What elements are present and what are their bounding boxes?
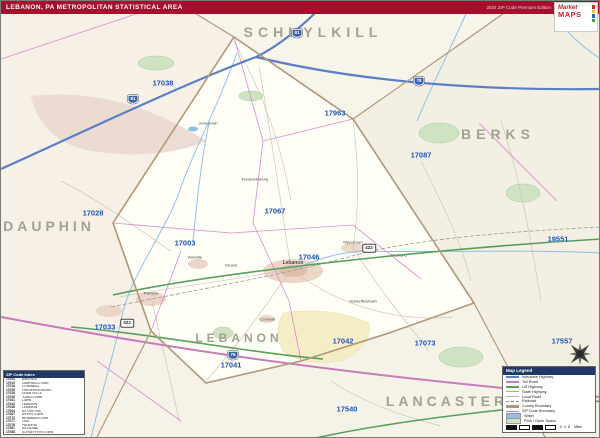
highway-shield: 322 xyxy=(120,318,134,328)
legend-label: Interstate Highway xyxy=(522,375,554,380)
town-label: Annville xyxy=(187,254,203,260)
zip-code-label: 17028 xyxy=(82,208,104,218)
town-label: Schaefferstown xyxy=(349,298,377,304)
zip-code-label: 17087 xyxy=(410,150,432,160)
legend-swatch xyxy=(506,417,521,425)
legend-swatch xyxy=(506,386,519,388)
legend-swatch xyxy=(506,405,519,408)
legend-label: Toll Road xyxy=(522,379,538,384)
legend-label: State Highway xyxy=(522,389,547,394)
page-title: LEBANON, PA METROPOLITAN STATISTICAL ARE… xyxy=(6,4,183,11)
town-label: Jonestown xyxy=(198,120,218,126)
map-legend: Map Legend Interstate Highway Toll Road … xyxy=(502,365,596,433)
logo-color-swatches xyxy=(591,5,595,29)
town-label: Richland xyxy=(391,252,407,258)
legend-title: Map Legend xyxy=(503,366,595,375)
zip-code-label: 17033 xyxy=(94,322,116,332)
wall-map-page: LEBANON, PA METROPOLITAN STATISTICAL ARE… xyxy=(0,0,600,438)
legend-swatch xyxy=(506,390,519,393)
zip-code-label: 19551 xyxy=(547,234,569,244)
zip-code-label: 17067 xyxy=(264,206,286,216)
scale-tick: 0 xyxy=(560,425,562,430)
zip-code-label: 17073 xyxy=(414,338,436,348)
legend-label: Railroad xyxy=(522,399,537,404)
zip-code-index: ZIP Code Index 17003 ANNVILLE 17010 CAMP… xyxy=(3,370,85,435)
highway-shield: 81 xyxy=(127,94,139,104)
legend-swatch xyxy=(506,395,519,398)
scale-tick: 4 xyxy=(563,425,566,430)
county-label: DAUPHIN xyxy=(3,218,95,234)
legend-swatch xyxy=(506,410,519,413)
town-label: Lebanon xyxy=(282,260,304,266)
scale-unit: Miles xyxy=(573,425,583,430)
title-bar: LEBANON, PA METROPOLITAN STATISTICAL ARE… xyxy=(1,1,599,14)
highway-shield: 76 xyxy=(227,350,239,360)
zip-code-label: 17963 xyxy=(324,108,346,118)
legend-label: County Boundary xyxy=(522,404,552,409)
legend-label: US Highway xyxy=(522,384,543,389)
legend-label: ZIP Code Boundary xyxy=(522,409,556,414)
compass-rose-icon xyxy=(569,343,591,365)
scale-bar: 048 Miles xyxy=(503,424,595,433)
zip-code-label: 17003 xyxy=(174,238,196,248)
town-label: Fredericksburg xyxy=(241,176,269,182)
county-label: SCHUYLKILL xyxy=(243,24,383,40)
zip-index-row: 17088 SCHAEFFERSTOWN xyxy=(4,429,84,435)
zip-code-label: 17540 xyxy=(336,404,358,414)
scale-segment xyxy=(545,425,556,430)
town-label: Myerstown xyxy=(343,239,363,245)
scale-segment xyxy=(532,425,543,430)
scale-segment xyxy=(519,425,530,430)
legend-label: Local Road xyxy=(522,394,542,399)
zip-code-label: 17042 xyxy=(332,336,354,346)
legend-swatch xyxy=(506,381,519,383)
legend-label: Park / Open Space xyxy=(524,419,557,424)
county-label: LANCASTER xyxy=(385,393,509,409)
logo-word-2: MAPS xyxy=(558,10,582,19)
legend-label: Water xyxy=(524,414,534,419)
county-label: BERKS xyxy=(460,126,536,142)
publisher-logo: Market MAPS xyxy=(554,2,598,32)
town-label: Cornwall xyxy=(259,316,275,322)
town-label: Palmyra xyxy=(143,290,159,296)
highway-shield: 78 xyxy=(413,76,425,86)
zip-index-title: ZIP Code Index xyxy=(4,371,84,378)
edition-label: 2024 ZIP Code Premium Edition xyxy=(486,5,551,10)
highway-shield: 422 xyxy=(362,243,376,253)
county-label: LEBANON xyxy=(195,331,283,345)
town-label: Cleona xyxy=(224,262,238,268)
legend-swatch xyxy=(506,376,519,378)
zip-index-name: SCHAEFFERSTOWN xyxy=(22,430,54,434)
scale-tick: 8 xyxy=(567,425,570,430)
zip-index-code: 17088 xyxy=(6,429,15,434)
scale-segment xyxy=(506,425,517,430)
zip-code-label: 17041 xyxy=(220,360,242,370)
legend-swatch xyxy=(506,400,519,403)
zip-code-label: 17038 xyxy=(152,78,174,88)
highway-shield: 81 xyxy=(291,28,303,38)
